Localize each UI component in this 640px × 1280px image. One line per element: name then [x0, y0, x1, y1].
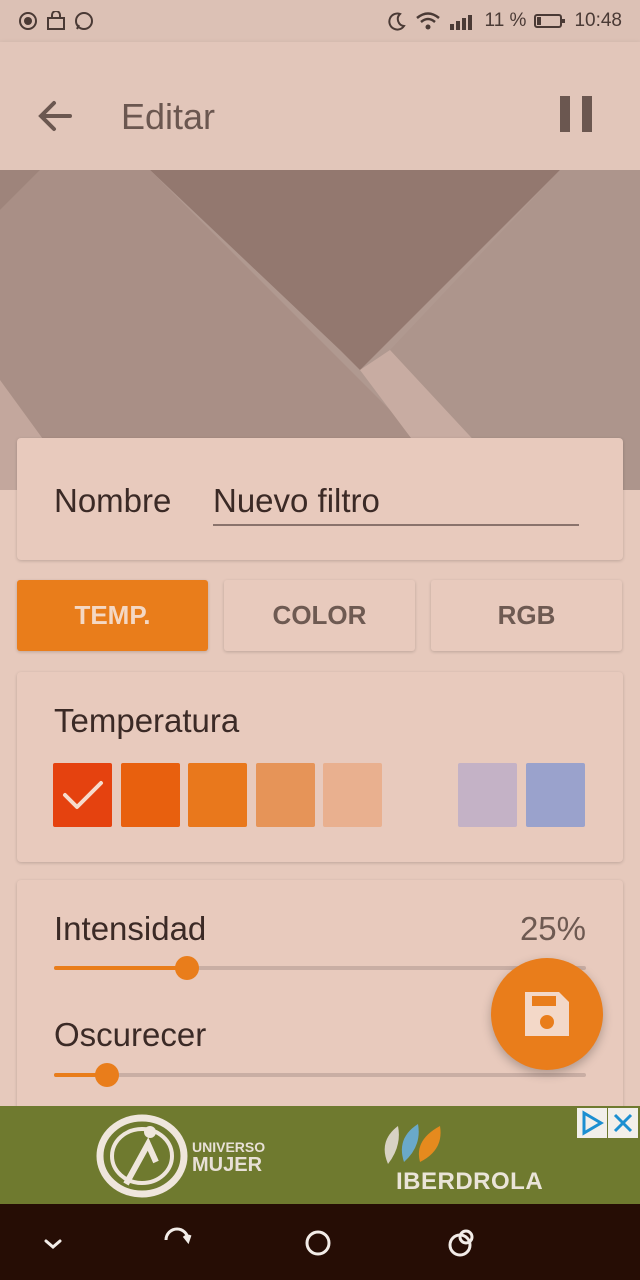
swatch-3[interactable] [256, 763, 315, 827]
shopping-bag-icon [47, 11, 65, 30]
status-left-icons [18, 11, 94, 31]
signal-icon [449, 15, 472, 30]
system-navigation-bar [0, 1204, 640, 1280]
app-bar [0, 42, 640, 170]
recent-apps-icon[interactable] [445, 1226, 479, 1260]
status-right-icons: 11 % 10:48 [387, 10, 622, 32]
battery-percent: 11 % [484, 10, 527, 31]
ad-banner[interactable]: UNIVERSO MUJER IBERDROLA [0, 1106, 640, 1204]
whatsapp-icon [75, 12, 93, 30]
swatch-4[interactable] [323, 763, 382, 827]
darken-label: Oscurecer [54, 1016, 207, 1053]
temperature-title: Temperatura [54, 702, 240, 739]
intensity-value: 25% [519, 910, 586, 947]
swatch-1[interactable] [121, 763, 180, 827]
status-time: 10:48 [574, 10, 622, 31]
iberdrola-leaf-logo [384, 1124, 441, 1164]
back-arrow-icon[interactable] [34, 94, 78, 138]
status-bar: 11 % 10:48 [0, 0, 640, 42]
swatch-5[interactable] [458, 763, 517, 827]
moon-icon [387, 12, 406, 31]
battery-icon [534, 14, 566, 28]
darken-slider-thumb[interactable] [95, 1063, 120, 1087]
tab-rgb[interactable]: RGB [431, 580, 622, 651]
save-icon [525, 992, 569, 1036]
wifi-icon [415, 12, 440, 30]
swatch-2[interactable] [188, 763, 247, 827]
intensity-slider[interactable] [54, 956, 586, 980]
swatch-0[interactable] [53, 763, 112, 827]
rotate-icon[interactable] [160, 1226, 194, 1260]
intensity-label: Intensidad [54, 910, 207, 947]
intensity-slider-fill [54, 966, 187, 970]
save-button[interactable] [491, 958, 603, 1070]
name-card: Nombre [17, 438, 623, 560]
name-label: Nombre [54, 482, 172, 519]
tab-temp[interactable]: TEMP. [17, 580, 208, 651]
swatch-6[interactable] [526, 763, 585, 827]
ad-choices-icon[interactable] [577, 1108, 607, 1138]
page-title: Editar [121, 96, 216, 137]
name-input[interactable] [213, 478, 579, 526]
ad-brand1-line2: MUJER [192, 1154, 263, 1176]
check-icon [63, 781, 103, 809]
close-icon[interactable] [608, 1108, 638, 1138]
intensity-slider-thumb[interactable] [175, 956, 199, 980]
chevron-down-icon[interactable] [36, 1226, 70, 1260]
record-icon [19, 12, 37, 30]
ad-brand2: IBERDROLA [396, 1168, 544, 1195]
universo-mujer-logo [96, 1114, 188, 1198]
pause-icon[interactable] [556, 94, 596, 134]
temperature-card: Temperatura [17, 672, 623, 862]
ad-brand1: UNIVERSO MUJER [192, 1138, 265, 1176]
home-icon[interactable] [301, 1226, 335, 1260]
darken-slider[interactable] [54, 1063, 586, 1087]
tab-color[interactable]: COLOR [224, 580, 415, 651]
